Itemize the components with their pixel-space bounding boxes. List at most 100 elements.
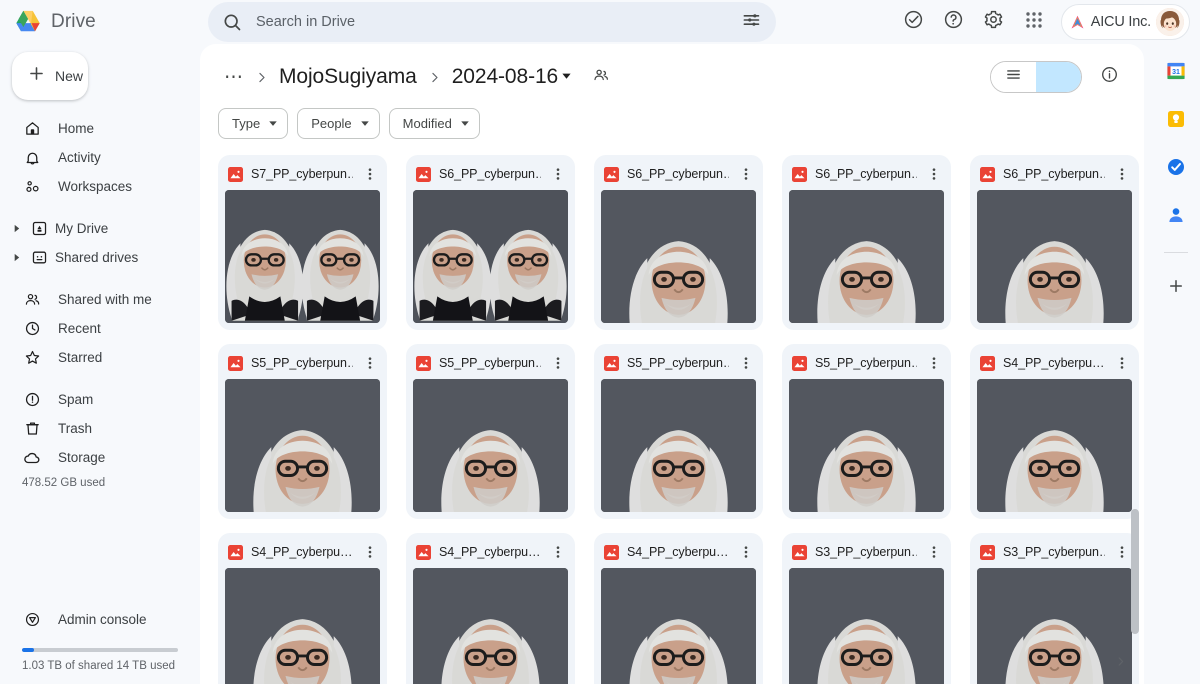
chevron-right-icon[interactable] [9,253,23,262]
search-bar[interactable] [208,2,776,42]
view-details-button[interactable] [1090,58,1128,96]
sidebar-item-activity[interactable]: Activity [0,143,190,172]
sidebar-item-label: Recent [58,321,101,336]
file-card[interactable]: S4_PP_cyberpu… [970,344,1139,519]
image-file-icon [604,355,619,371]
sidebar-item-storage[interactable]: Storage [0,443,190,472]
sidebar-item-trash[interactable]: Trash [0,414,190,443]
breadcrumb-item-date[interactable]: 2024-08-16 [446,62,576,92]
breadcrumb-item-mojosugiyama[interactable]: MojoSugiyama [273,62,423,92]
file-card[interactable]: S5_PP_cyberpun… [594,344,763,519]
list-view-icon [1005,66,1022,88]
search-input[interactable] [256,14,720,30]
expand-panel-button[interactable] [1108,652,1132,676]
list-view-button[interactable] [991,62,1036,92]
file-card[interactable]: S4_PP_cyberpu… [594,533,763,684]
sidebar-item-my-drive[interactable]: My Drive [0,214,190,243]
more-vertical-icon[interactable] [925,542,943,562]
clock-icon [22,320,42,337]
file-card[interactable]: S4_PP_cyberpu… [218,533,387,684]
file-card[interactable]: S6_PP_cyberpun… [782,155,951,330]
plus-icon [1167,277,1185,300]
more-vertical-icon[interactable] [737,542,755,562]
google-apps-button[interactable] [1015,3,1053,41]
more-vertical-icon[interactable] [549,542,567,562]
filter-chip-label: Type [232,116,261,131]
pending-tasks-button[interactable] [895,3,933,41]
breadcrumb-overflow-button[interactable]: ⋯ [218,66,250,89]
file-card[interactable]: S5_PP_cyberpun… [406,344,575,519]
sidebar-item-admin-console[interactable]: Admin console [0,605,190,634]
aicu-logo-icon [1069,14,1086,31]
filter-chip-type[interactable]: Type [218,108,289,139]
rail-tasks[interactable] [1159,152,1193,186]
file-name: S6_PP_cyberpun… [439,167,541,181]
file-grid-scroll[interactable]: S7_PP_cyberpun… S6_PP_cyberpun… S6_PP_cy… [200,139,1144,684]
help-button[interactable] [935,3,973,41]
more-vertical-icon[interactable] [925,353,943,373]
file-card[interactable]: S6_PP_cyberpun… [594,155,763,330]
rail-add-addon[interactable] [1159,271,1193,305]
sidebar-item-label: Home [58,121,95,136]
storage-progress-bar [22,648,178,652]
more-vertical-icon[interactable] [737,164,755,184]
image-file-icon [792,166,807,182]
more-vertical-icon[interactable] [361,542,379,562]
filter-chip-people[interactable]: People [297,108,380,139]
account-chip[interactable]: AICU Inc. [1060,4,1190,40]
rail-keep[interactable] [1159,104,1193,138]
more-vertical-icon[interactable] [549,353,567,373]
sidebar-item-recent[interactable]: Recent [0,314,190,343]
new-button[interactable]: New [12,52,88,100]
chevron-right-icon[interactable] [9,224,23,233]
file-card[interactable]: S6_PP_cyberpun… [970,155,1139,330]
chevron-down-icon [268,115,278,133]
user-avatar[interactable] [1156,8,1184,36]
rail-calendar[interactable]: 31 [1159,56,1193,90]
activity-check-icon [903,9,924,35]
help-icon [943,9,964,35]
sidebar-item-workspaces[interactable]: Workspaces [0,172,190,201]
file-thumbnail [225,568,380,684]
more-vertical-icon[interactable] [1113,542,1131,562]
brand-name: Drive [51,11,96,32]
sidebar-item-label: Admin console [58,612,147,627]
file-thumbnail [789,568,944,684]
grid-scrollbar[interactable] [1131,509,1139,634]
file-card[interactable]: S3_PP_cyberpun… [782,533,951,684]
spam-icon [22,391,42,408]
sidebar-item-shared-drives[interactable]: Shared drives [0,243,190,272]
search-tune-button[interactable] [734,5,768,39]
file-card-header: S3_PP_cyberpun… [789,540,944,564]
sidebar-item-home[interactable]: Home [0,114,190,143]
drive-app: Drive Search in Drive AICU Inc. New Home… [0,0,1200,684]
grid-view-button[interactable] [1036,62,1081,92]
filter-chip-label: Modified [402,116,452,131]
more-vertical-icon[interactable] [1113,353,1131,373]
sidebar-item-starred[interactable]: Starred [0,343,190,372]
share-people-button[interactable] [586,62,616,92]
filter-chip-modified[interactable]: Modified [388,108,480,139]
sidebar-item-spam[interactable]: Spam [0,385,190,414]
file-card[interactable]: S7_PP_cyberpun… [218,155,387,330]
file-card[interactable]: S6_PP_cyberpun… [406,155,575,330]
more-vertical-icon[interactable] [1113,164,1131,184]
file-card[interactable]: S4_PP_cyberpu… [406,533,575,684]
file-card[interactable]: S5_PP_cyberpun… [218,344,387,519]
brand[interactable]: Drive [14,10,186,35]
file-thumbnail [413,568,568,684]
header-right-actions [990,58,1128,96]
more-vertical-icon[interactable] [925,164,943,184]
file-card[interactable]: S5_PP_cyberpun… [782,344,951,519]
more-vertical-icon[interactable] [737,353,755,373]
more-vertical-icon[interactable] [549,164,567,184]
more-vertical-icon[interactable] [361,164,379,184]
file-card-header: S5_PP_cyberpun… [413,351,568,375]
file-thumbnail [977,379,1132,512]
more-vertical-icon[interactable] [361,353,379,373]
rail-contacts[interactable] [1159,200,1193,234]
file-thumbnail [601,379,756,512]
settings-button[interactable] [975,3,1013,41]
sidebar-item-shared-with-me[interactable]: Shared with me [0,285,190,314]
file-card-header: S5_PP_cyberpun… [789,351,944,375]
